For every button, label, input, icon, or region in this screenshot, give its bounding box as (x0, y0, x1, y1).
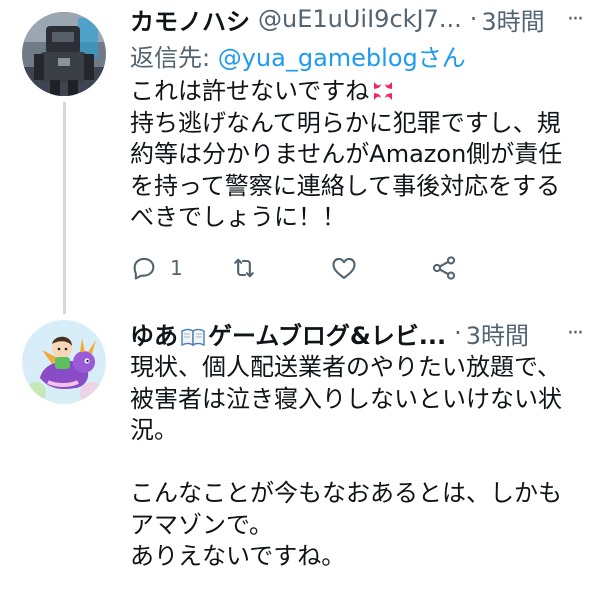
display-name[interactable]: カモノハシ (130, 2, 250, 37)
reply-count: 1 (170, 256, 183, 280)
share-button[interactable] (430, 254, 530, 282)
user-handle[interactable]: @uE1uUiI9ckJ7... (258, 5, 462, 33)
timestamp[interactable]: 3時間 (466, 316, 529, 351)
tweet-1[interactable]: カモノハシ @uE1uUiI9ckJ7... · 3時間 ··· 返信先: @y… (0, 0, 600, 314)
tweet-text-rest: 持ち逃げなんて明らかに犯罪ですし、規 約等は分かりませんがAmazon側が責任 … (130, 108, 563, 232)
reply-button[interactable]: 1 (130, 254, 230, 282)
tweet-text: これは許せないですね 持ち逃げなんて明らかに犯罪ですし、規 約等は分かりませんが… (130, 76, 580, 234)
like-button[interactable] (330, 254, 430, 282)
heart-icon (332, 257, 356, 279)
separator-dot: · (469, 5, 478, 33)
share-icon (432, 256, 456, 280)
retweet-icon (234, 258, 254, 278)
separator-dot: · (454, 319, 462, 347)
tweet-text-line-1: これは許せないですね (130, 77, 370, 105)
tweet-header: ゆあ ゲームブログ&レビ... · 3時間 ··· (130, 316, 586, 350)
reply-prefix: 返信先: (130, 44, 218, 72)
more-options-button[interactable]: ··· (563, 7, 586, 32)
purple-dragon-avatar (22, 320, 106, 404)
tweet-actions: 1 (130, 248, 530, 288)
anger-symbol-icon (374, 82, 393, 100)
tweet-text: 現状、個人配送業者のやりたい放題で、 被害者は泣き寝入りしないといけない状 況。… (130, 353, 562, 570)
avatar-yua[interactable] (22, 320, 106, 404)
more-options-button[interactable]: ··· (563, 321, 586, 346)
tweet-header: カモノハシ @uE1uUiI9ckJ7... · 3時間 ··· (130, 2, 586, 36)
avatar-kamonohashi[interactable] (22, 12, 106, 96)
reply-bubble-icon (133, 257, 155, 280)
tweet-2[interactable]: ゆあ ゲームブログ&レビ... · 3時間 ··· 現状、個人配送業者のやりたい… (0, 312, 600, 590)
thread-connector-line (63, 102, 66, 314)
robot-figure-avatar (22, 12, 106, 96)
timestamp[interactable]: 3時間 (481, 2, 544, 37)
replying-to: 返信先: @yua_gameblogさん (130, 38, 466, 73)
display-name[interactable]: ゆあ ゲームブログ&レビ... (130, 316, 446, 351)
retweet-button[interactable] (230, 254, 330, 282)
reply-mention-link[interactable]: @yua_gameblogさん (218, 44, 466, 72)
open-book-icon (181, 328, 205, 346)
